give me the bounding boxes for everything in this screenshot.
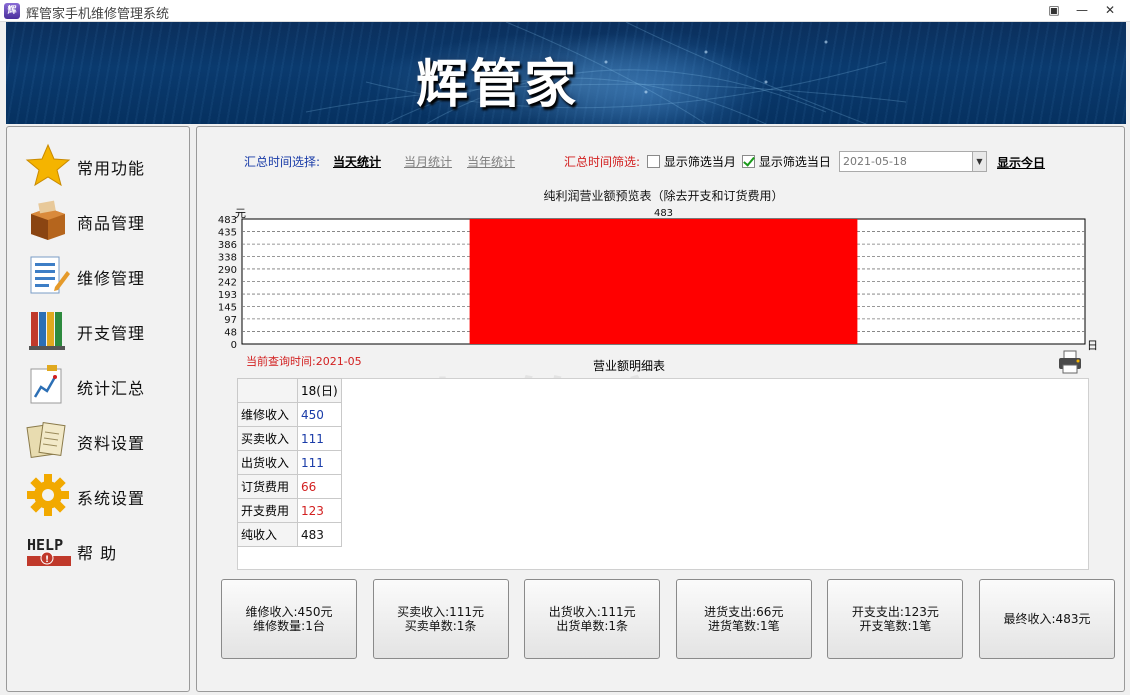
summary-line-1: 买卖收入:111元 — [397, 605, 485, 619]
gear-icon — [27, 474, 69, 516]
table-row: 买卖收入 111 — [237, 426, 342, 451]
chart-bar — [469, 219, 858, 344]
table-row: 订货费用 66 — [237, 474, 342, 499]
app-icon: 辉 — [4, 3, 20, 19]
summary-line-2: 维修数量:1台 — [253, 619, 325, 633]
y-tick-label: 145 — [218, 302, 237, 313]
column-header: 18(日) — [297, 378, 342, 403]
row-value[interactable]: 111 — [297, 426, 342, 451]
sidebar-item-statistics[interactable]: 统计汇总 — [25, 361, 185, 409]
sidebar-item-label: 系统设置 — [77, 489, 146, 508]
y-tick-label: 193 — [218, 290, 237, 301]
summary-line-2: 出货单数:1条 — [556, 619, 629, 633]
summary-button[interactable]: 进货支出:66元 进货笔数:1笔 — [675, 579, 812, 659]
detail-table: 18(日) 维修收入 450 买卖收入 111 出货收入 111 订货费用 66 开支费用 123… — [237, 378, 342, 547]
detail-title: 营业额明细表 — [593, 359, 666, 373]
star-icon — [25, 143, 71, 187]
title-bar: 辉 辉管家手机维修管理系统 ▣ — ✕ — [0, 0, 1130, 22]
y-tick-label: 48 — [224, 328, 237, 339]
y-tick-label: 290 — [218, 265, 237, 276]
row-label: 出货收入 — [237, 450, 298, 475]
sidebar-item-goods[interactable]: 商品管理 — [25, 196, 185, 244]
summary-line-1: 出货收入:111元 — [548, 605, 636, 619]
detail-grid — [237, 378, 1089, 570]
summary-line-1: 进货支出:66元 — [704, 605, 784, 619]
sidebar-item-label: 统计汇总 — [77, 379, 146, 398]
profit-chart: 纯利润营业额预览表（除去开支和订货费用） 048 97 145193 242290338… — [218, 188, 1098, 352]
svg-text:HELP: HELP — [27, 536, 63, 554]
sidebar-item-label: 维修管理 — [77, 269, 146, 288]
printer-icon[interactable] — [1057, 349, 1085, 375]
table-row: 出货收入 111 — [237, 450, 342, 475]
y-tick-label: 242 — [218, 277, 237, 288]
y-tick-label: 97 — [224, 315, 237, 326]
row-label: 维修收入 — [237, 402, 298, 427]
row-label: 买卖收入 — [237, 426, 298, 451]
row-label: 纯收入 — [237, 522, 298, 547]
chart-icon — [30, 365, 62, 404]
summary-line-1: 维修收入:450元 — [245, 605, 333, 619]
y-tick-label: 435 — [218, 227, 237, 238]
summary-line-2: 进货笔数:1笔 — [707, 619, 780, 633]
sidebar-item-label: 商品管理 — [77, 214, 146, 233]
sidebar: 常用功能 商品管理 维修管理 开支管理 统计汇总 资料设置 系统设置 HELP … — [6, 126, 190, 692]
sidebar-item-label: 帮 助 — [77, 544, 118, 563]
brand-logo-text: 辉管家 — [416, 54, 579, 115]
y-tick-label: 0 — [231, 340, 237, 351]
row-label: 订货费用 — [237, 474, 298, 499]
summary-button[interactable]: 买卖收入:111元 买卖单数:1条 — [372, 579, 509, 659]
svg-text:!: ! — [45, 555, 49, 565]
sidebar-item-label: 常用功能 — [77, 159, 146, 178]
books-icon — [29, 312, 65, 350]
main-panel: 辉管家 汇总时间选择: 当天统计 当月统计 当年统计 汇总时间筛选: 显示筛选当… — [196, 126, 1125, 692]
summary-button[interactable]: 开支支出:123元 开支笔数:1笔 — [827, 579, 964, 659]
summary-button[interactable]: 出货收入:111元 出货单数:1条 — [524, 579, 661, 659]
sidebar-item-system-settings[interactable]: 系统设置 — [25, 471, 185, 519]
summary-line-2: 开支笔数:1笔 — [859, 619, 932, 633]
row-value[interactable]: 450 — [297, 402, 342, 427]
minimize-icon[interactable]: — — [1070, 2, 1094, 19]
sidebar-item-expense[interactable]: 开支管理 — [25, 306, 185, 354]
row-label: 开支费用 — [237, 498, 298, 523]
header-banner: 辉管家 — [6, 22, 1126, 124]
table-header-row: 18(日) — [237, 378, 342, 403]
sidebar-item-repair[interactable]: 维修管理 — [25, 251, 185, 299]
summary-line-1: 最终收入:483元 — [1003, 612, 1091, 626]
documents-icon — [26, 422, 66, 458]
header-corner — [237, 378, 298, 403]
table-row: 维修收入 450 — [237, 402, 342, 427]
sidebar-item-data-settings[interactable]: 资料设置 — [25, 416, 185, 464]
close-icon[interactable]: ✕ — [1098, 2, 1122, 19]
row-value[interactable]: 483 — [297, 522, 342, 547]
y-tick-label: 386 — [218, 240, 237, 251]
summary-button[interactable]: 维修收入:450元 维修数量:1台 — [221, 579, 357, 659]
query-time: 当前查询时间:2021-05 — [246, 355, 362, 368]
row-value[interactable]: 111 — [297, 450, 342, 475]
sidebar-item-label: 开支管理 — [77, 324, 146, 343]
box-icon — [31, 200, 65, 240]
window-title: 辉管家手机维修管理系统 — [26, 7, 170, 22]
help-icon: HELP ! — [27, 536, 71, 566]
chart-title: 纯利润营业额预览表（除去开支和订货费用） — [543, 188, 783, 203]
sidebar-item-label: 资料设置 — [77, 434, 146, 453]
summary-button[interactable]: 最终收入:483元 — [979, 579, 1115, 659]
edit-list-icon — [30, 256, 70, 294]
sidebar-item-common[interactable]: 常用功能 — [25, 141, 185, 189]
bar-data-label: 483 — [654, 208, 673, 219]
x-axis-label: 日 — [1087, 339, 1098, 352]
summary-line-2: 买卖单数:1条 — [404, 619, 477, 633]
y-tick-label: 338 — [218, 253, 237, 264]
row-value[interactable]: 66 — [297, 474, 342, 499]
y-axis-label: 元 — [235, 207, 246, 220]
sidebar-item-help[interactable]: HELP ! 帮 助 — [25, 526, 185, 574]
table-row: 纯收入 483 — [237, 522, 342, 547]
summary-line-1: 开支支出:123元 — [851, 605, 939, 619]
row-value[interactable]: 123 — [297, 498, 342, 523]
table-row: 开支费用 123 — [237, 498, 342, 523]
restore-icon[interactable]: ▣ — [1042, 2, 1066, 19]
